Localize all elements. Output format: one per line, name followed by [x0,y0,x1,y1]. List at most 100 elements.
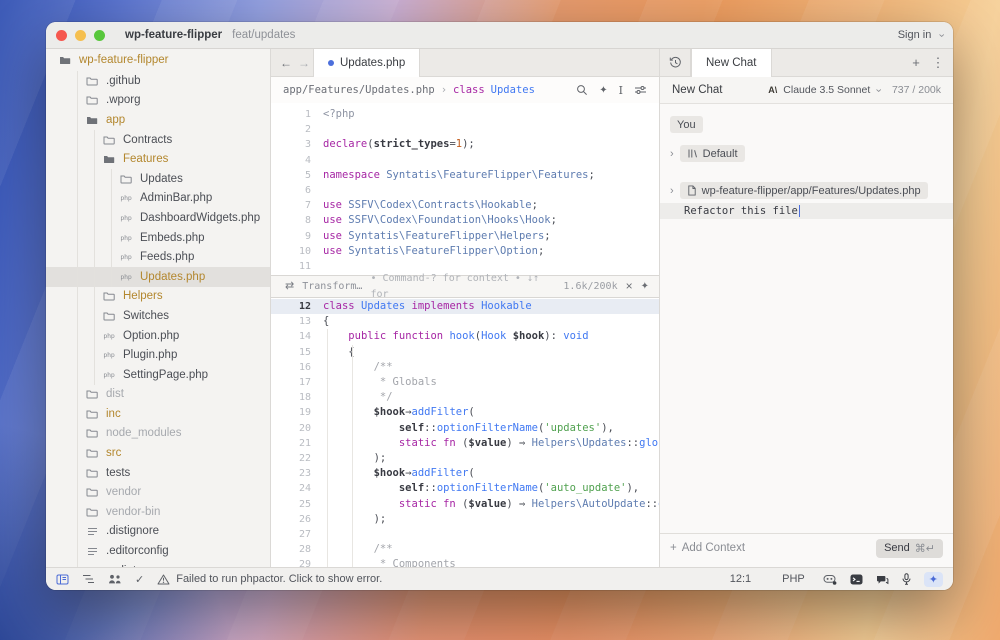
code-line-3[interactable]: 3 declare(strict_types=1); [271,137,659,152]
sparkle-icon[interactable]: ✦ [641,279,649,294]
tree-item-editorconfig[interactable]: .editorconfig [46,541,270,561]
zoom-button[interactable] [94,29,105,41]
code-line-15[interactable]: 15 { [271,345,659,360]
tree-item-settingpage-php[interactable]: php SettingPage.php [46,364,270,385]
code-line-24[interactable]: 24 self::optionFilterName('auto_update')… [271,481,659,496]
tab-new-chat[interactable]: New Chat [691,49,772,77]
chevron-down-icon[interactable]: › [873,88,885,92]
code-line-16[interactable]: 16 /** [271,360,659,375]
tree-item-updates-php[interactable]: php Updates.php [46,266,270,287]
code-line-22[interactable]: 22 ); [271,451,659,466]
tree-item-distignore[interactable]: .distignore [46,521,270,542]
model-selector[interactable]: Claude 3.5 Sonnet [783,84,870,96]
chevron-down-icon[interactable]: › [936,33,948,37]
tree-item-dashboardwidgets-php[interactable]: php DashboardWidgets.php [46,208,270,228]
tree-item-wporg[interactable]: .wporg [46,90,270,111]
breadcrumb[interactable]: app/Features/Updates.php › class Updates ✦ I [271,77,659,103]
inline-assist-widget[interactable]: ⇄ Transform… • Command-? for context • ↓… [271,273,659,300]
history-icon[interactable] [660,49,691,76]
project-panel-icon[interactable] [56,574,69,585]
tree-item-embeds-php[interactable]: php Embeds.php [46,227,270,248]
close-icon[interactable]: × [626,279,633,294]
inline-assist-input[interactable]: Transform… [302,279,362,294]
code-line-12[interactable]: 12 class Updates implements Hookable [271,299,659,315]
collab-icon[interactable] [108,574,122,584]
git-branch[interactable]: feat/updates [232,29,295,41]
editor-controls-icon[interactable] [634,85,647,95]
code-line-8[interactable]: 8 use SSFV\Codex\Foundation\Hooks\Hook; [271,213,659,228]
minimize-button[interactable] [75,29,86,41]
chat-panel-icon[interactable] [876,574,889,585]
code-line-21[interactable]: 21 static fn ($value) ⇒ Helpers\Updates:… [271,436,659,451]
code-line-14[interactable]: 14 public function hook(Hook $hook): voi… [271,329,659,344]
tree-item-plugin-php[interactable]: php Plugin.php [46,345,270,365]
tree-item-tests[interactable]: tests [46,462,270,483]
text-cursor-icon[interactable]: I [619,84,623,97]
mic-icon[interactable] [902,573,911,585]
kebab-menu-icon[interactable]: ⋮ [927,49,949,76]
chat-body[interactable]: You › Default › wp-feature-flipper/app/F… [660,104,953,533]
tab-updates-php[interactable]: Updates.php [313,49,421,77]
language-selector[interactable]: PHP [782,573,805,585]
code-line-26[interactable]: 26 ); [271,512,659,527]
code-line-5[interactable]: 5 namespace Syntatis\FeatureFlipper\Featu… [271,168,659,183]
phpactor-error[interactable]: Failed to run phpactor. Click to show er… [157,573,382,585]
chevron-right-icon[interactable]: › [670,148,674,160]
tree-item-github[interactable]: .github [46,71,270,91]
cursor-position[interactable]: 12:1 [730,573,751,585]
search-icon[interactable] [576,84,588,96]
tree-item-adminbar-php[interactable]: php AdminBar.php [46,188,270,209]
tree-item-vendor-bin[interactable]: vendor-bin [46,502,270,522]
close-button[interactable] [56,29,67,41]
outline-panel-icon[interactable] [82,574,95,584]
add-context-button[interactable]: + Add Context [670,542,745,554]
tree-item-dist[interactable]: dist [46,384,270,405]
tree-item-src[interactable]: src [46,443,270,463]
copilot-icon[interactable] [823,574,837,585]
code-line-19[interactable]: 19 $hook→addFilter( [271,405,659,420]
code-line-4[interactable]: 4 [271,153,659,168]
tree-item-node-modules[interactable]: node_modules [46,423,270,444]
code-line-1[interactable]: 1 <?php [271,107,659,122]
send-button[interactable]: Send ⌘↵ [876,538,943,558]
code-line-29[interactable]: 29 * Components [271,557,659,567]
tree-item-option-php[interactable]: php Option.php [46,325,270,346]
code-line-6[interactable]: 6 [271,183,659,198]
tree-item-feeds-php[interactable]: php Feeds.php [46,247,270,267]
context-file-chip[interactable]: wp-feature-flipper/app/Features/Updates.… [679,182,928,199]
window-titlebar[interactable]: wp-feature-flipper feat/updates Sign in … [46,22,953,49]
code-area[interactable]: 1 <?php 2 3 declare(strict_types=1); 4 5 namesp… [271,103,659,567]
tree-item-app[interactable]: app [46,110,270,130]
context-default-chip[interactable]: Default [679,145,745,162]
inline-assist-icon[interactable]: ✦ [599,85,607,96]
code-line-10[interactable]: 10 use Syntatis\FeatureFlipper\Option; [271,244,659,259]
tree-item-eslintrc[interactable]: .eslintrc [46,560,270,567]
sign-in-button[interactable]: Sign in [898,29,932,41]
terminal-panel-icon[interactable] [850,574,863,585]
new-chat-plus-icon[interactable]: + [905,49,927,76]
code-line-9[interactable]: 9 use Syntatis\FeatureFlipper\Helpers; [271,229,659,244]
code-line-23[interactable]: 23 $hook→addFilter( [271,466,659,481]
code-line-2[interactable]: 2 [271,122,659,137]
code-line-17[interactable]: 17 * Globals [271,375,659,390]
diagnostics-check-icon[interactable]: ✓ [135,573,144,586]
code-line-7[interactable]: 7 use SSFV\Codex\Contracts\Hookable; [271,198,659,213]
tree-item-inc[interactable]: inc [46,404,270,424]
code-line-25[interactable]: 25 static fn ($value) ⇒ Helpers\AutoUpda… [271,497,659,512]
code-line-13[interactable]: 13 { [271,314,659,329]
code-line-18[interactable]: 18 */ [271,390,659,405]
tree-item-features[interactable]: Features [46,149,270,169]
tree-item-switches[interactable]: Switches [46,306,270,326]
code-line-20[interactable]: 20 self::optionFilterName('updates'), [271,421,659,436]
tree-item-vendor[interactable]: vendor [46,482,270,503]
chevron-right-icon[interactable]: › [670,185,674,197]
assistant-panel-icon[interactable]: ✦ [923,571,943,587]
tree-item-helpers[interactable]: Helpers [46,286,270,307]
nav-back-button[interactable]: ← [277,49,295,76]
tree-root[interactable]: wp-feature-flipper [46,49,270,71]
tree-item-contracts[interactable]: Contracts [46,129,270,150]
code-line-28[interactable]: 28 /** [271,542,659,557]
nav-forward-button[interactable]: → [295,49,313,76]
message-input-line[interactable]: Refactor this file [660,203,953,219]
code-line-27[interactable]: 27 [271,527,659,542]
